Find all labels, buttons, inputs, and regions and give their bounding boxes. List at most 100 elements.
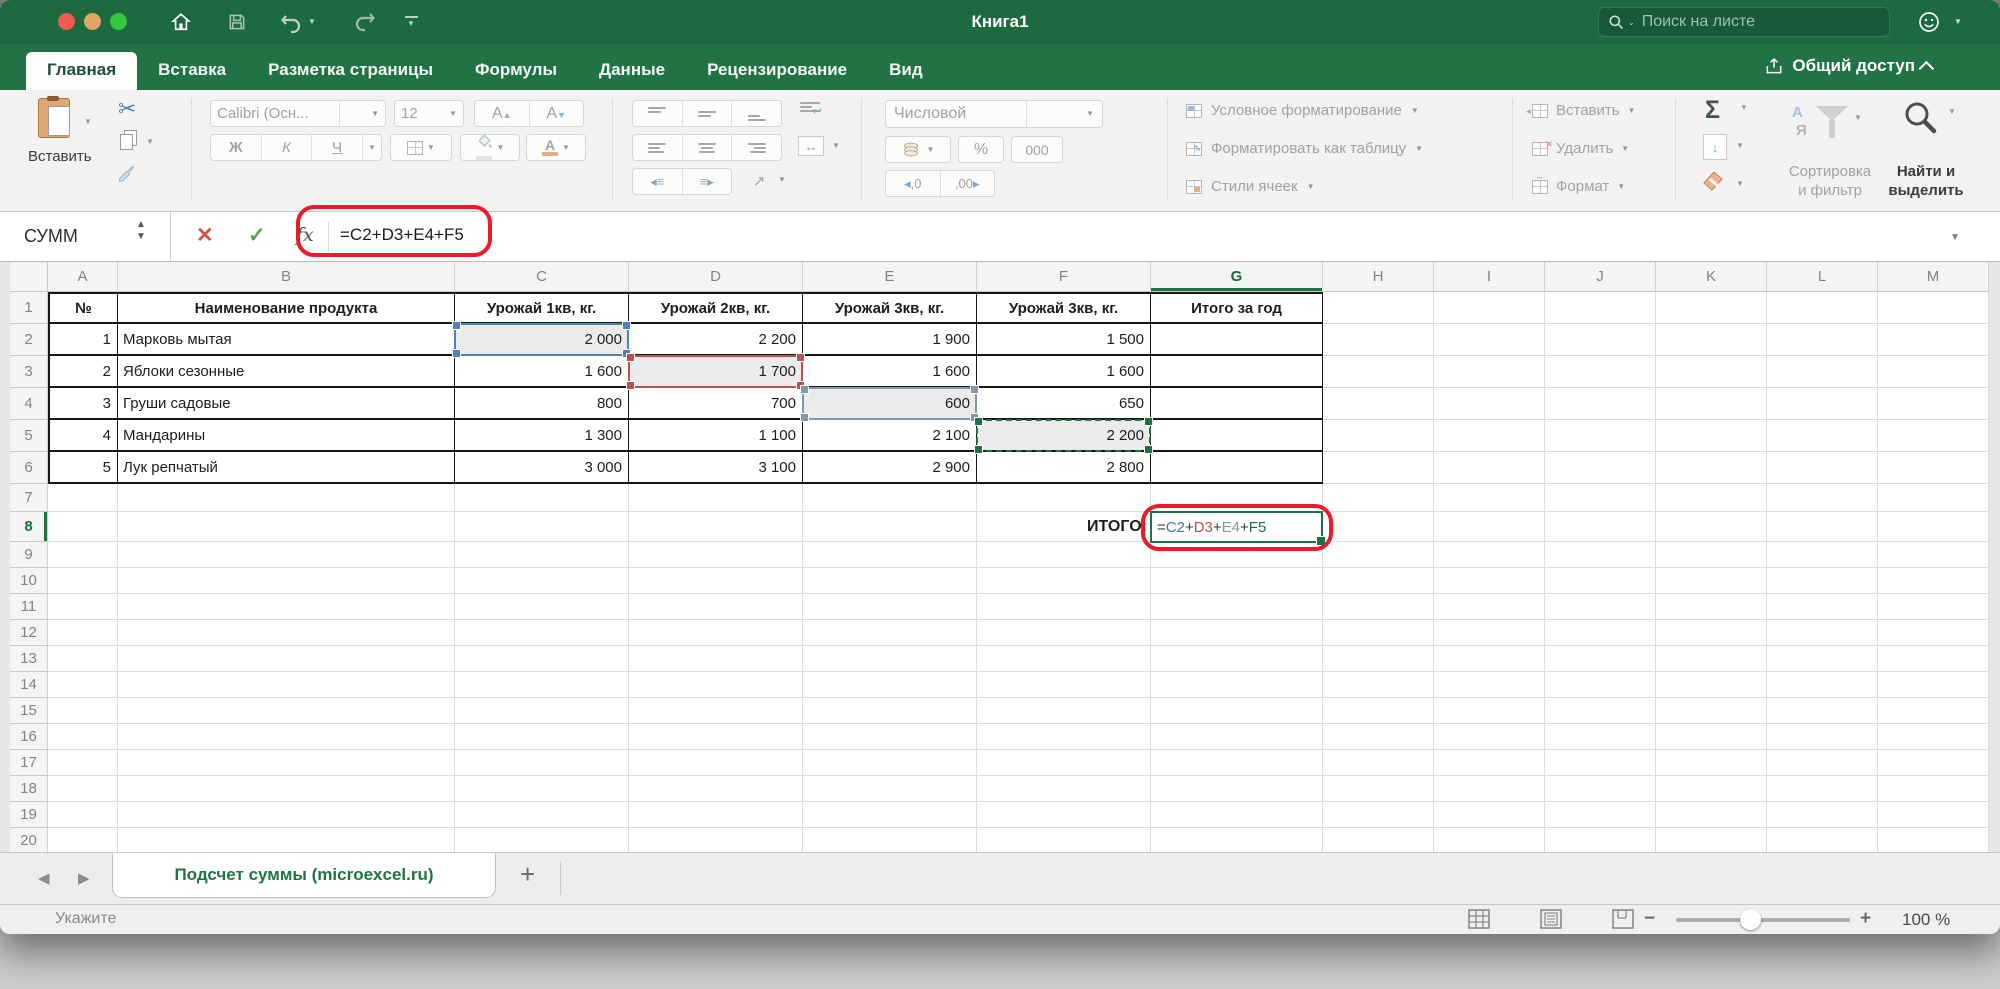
cell-G15[interactable] xyxy=(1151,698,1323,724)
insert-function-icon[interactable]: fx xyxy=(296,224,314,246)
cell-A7[interactable] xyxy=(48,484,118,512)
cell-A2[interactable]: 1 xyxy=(48,324,118,356)
cell-C13[interactable] xyxy=(455,646,629,672)
merge-dropdown-icon[interactable]: ▼ xyxy=(832,142,840,150)
cell-B6[interactable]: Лук репчатый xyxy=(118,452,455,484)
cell-A8[interactable] xyxy=(48,512,118,542)
cell-C1[interactable]: Урожай 1кв, кг. xyxy=(455,292,629,324)
cell-G6[interactable] xyxy=(1151,452,1323,484)
cell-G1[interactable]: Итого за год xyxy=(1151,292,1323,324)
cell-L15[interactable] xyxy=(1767,698,1878,724)
cell-C17[interactable] xyxy=(455,750,629,776)
fill-handle[interactable] xyxy=(1316,536,1326,546)
cell-C15[interactable] xyxy=(455,698,629,724)
cell-E7[interactable] xyxy=(803,484,977,512)
cell-B18[interactable] xyxy=(118,776,455,802)
cell-F18[interactable] xyxy=(977,776,1151,802)
cell-L2[interactable] xyxy=(1767,324,1878,356)
cell-E3[interactable]: 1 600 xyxy=(803,356,977,388)
number-format-select[interactable]: Числовой▼ xyxy=(885,100,1103,128)
cell-L1[interactable] xyxy=(1767,292,1878,324)
align-left-button[interactable] xyxy=(633,143,682,153)
cell-B17[interactable] xyxy=(118,750,455,776)
delete-cells-button[interactable]: ✕ Удалить▼ xyxy=(1532,140,1629,157)
cell-J20[interactable] xyxy=(1545,828,1656,852)
cell-C9[interactable] xyxy=(455,542,629,568)
currency-format-button[interactable]: ▼ xyxy=(885,136,951,163)
cell-D17[interactable] xyxy=(629,750,803,776)
cell-J11[interactable] xyxy=(1545,594,1656,620)
cell-J18[interactable] xyxy=(1545,776,1656,802)
cell-M6[interactable] xyxy=(1878,452,1989,484)
row-header-7[interactable]: 7 xyxy=(10,484,48,512)
cell-H12[interactable] xyxy=(1323,620,1434,646)
search-input[interactable]: ⌄ Поиск на листе xyxy=(1598,7,1890,37)
cell-F16[interactable] xyxy=(977,724,1151,750)
cell-M7[interactable] xyxy=(1878,484,1989,512)
cell-E20[interactable] xyxy=(803,828,977,852)
increase-decimal-button[interactable]: ,00▸ xyxy=(941,176,995,192)
column-header-J[interactable]: J xyxy=(1545,262,1656,292)
shrink-font-button[interactable]: A▼ xyxy=(530,105,584,123)
cell-B13[interactable] xyxy=(118,646,455,672)
row-header-12[interactable]: 12 xyxy=(10,620,48,646)
cell-K8[interactable] xyxy=(1656,512,1767,542)
cell-B9[interactable] xyxy=(118,542,455,568)
expand-formula-bar-icon[interactable]: ▼ xyxy=(1950,232,1960,243)
cell-K20[interactable] xyxy=(1656,828,1767,852)
cell-K12[interactable] xyxy=(1656,620,1767,646)
cell-M17[interactable] xyxy=(1878,750,1989,776)
cell-J16[interactable] xyxy=(1545,724,1656,750)
cell-J14[interactable] xyxy=(1545,672,1656,698)
cell-B8[interactable] xyxy=(118,512,455,542)
cell-D8[interactable] xyxy=(629,512,803,542)
redo-icon[interactable] xyxy=(352,9,378,35)
cell-L16[interactable] xyxy=(1767,724,1878,750)
tab-vstavka[interactable]: Вставка xyxy=(137,52,247,90)
tab-recenzirovanie[interactable]: Рецензирование xyxy=(686,52,868,90)
cell-E12[interactable] xyxy=(803,620,977,646)
font-name-select[interactable]: Calibri (Осн...▼ xyxy=(210,100,386,127)
customize-toolbar-icon[interactable]: ▼ xyxy=(398,9,424,35)
cell-L19[interactable] xyxy=(1767,802,1878,828)
merge-cells-icon[interactable]: ↔ xyxy=(798,136,824,156)
next-sheet-icon[interactable]: ▶ xyxy=(78,869,90,887)
cell-I15[interactable] xyxy=(1434,698,1545,724)
cell-F20[interactable] xyxy=(977,828,1151,852)
cell-A17[interactable] xyxy=(48,750,118,776)
cell-C5[interactable]: 1 300 xyxy=(455,420,629,452)
cell-A15[interactable] xyxy=(48,698,118,724)
cell-D19[interactable] xyxy=(629,802,803,828)
row-header-14[interactable]: 14 xyxy=(10,672,48,698)
tab-vid[interactable]: Вид xyxy=(868,52,944,90)
cell-A18[interactable] xyxy=(48,776,118,802)
cell-H14[interactable] xyxy=(1323,672,1434,698)
cell-D4[interactable]: 700 xyxy=(629,388,803,420)
cell-G10[interactable] xyxy=(1151,568,1323,594)
cell-G14[interactable] xyxy=(1151,672,1323,698)
column-header-B[interactable]: B xyxy=(118,262,455,292)
cell-B11[interactable] xyxy=(118,594,455,620)
cell-F17[interactable] xyxy=(977,750,1151,776)
cell-D9[interactable] xyxy=(629,542,803,568)
cell-J13[interactable] xyxy=(1545,646,1656,672)
column-header-A[interactable]: A xyxy=(48,262,118,292)
cell-H6[interactable] xyxy=(1323,452,1434,484)
cell-D3[interactable]: 1 700 xyxy=(629,356,803,388)
align-middle-button[interactable] xyxy=(683,107,732,121)
insert-cells-button[interactable]: ◂ Вставить▼ xyxy=(1532,102,1636,119)
normal-view-icon[interactable] xyxy=(1468,909,1490,929)
cell-J8[interactable] xyxy=(1545,512,1656,542)
row-header-4[interactable]: 4 xyxy=(10,388,48,420)
cell-K1[interactable] xyxy=(1656,292,1767,324)
cell-C10[interactable] xyxy=(455,568,629,594)
cell-I18[interactable] xyxy=(1434,776,1545,802)
percent-format-button[interactable]: % xyxy=(958,136,1004,163)
cell-H1[interactable] xyxy=(1323,292,1434,324)
cell-C8[interactable] xyxy=(455,512,629,542)
cell-H7[interactable] xyxy=(1323,484,1434,512)
minimize-window-button[interactable] xyxy=(84,13,101,30)
align-center-button[interactable] xyxy=(683,143,732,153)
row-header-10[interactable]: 10 xyxy=(10,568,48,594)
find-select-button[interactable]: Найти и выделить xyxy=(1884,162,1968,200)
